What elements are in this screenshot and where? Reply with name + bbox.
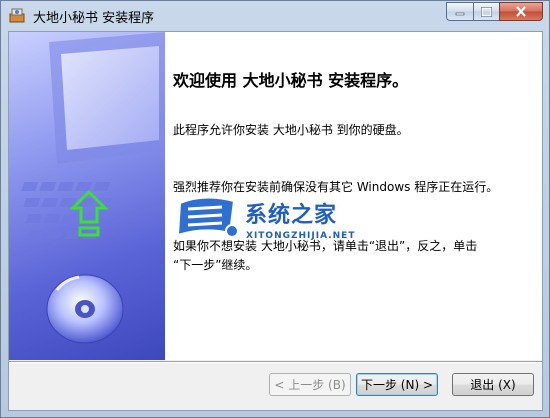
cd-disc-icon xyxy=(46,274,124,344)
instruction-paragraph-line2: “下一步”继续。 xyxy=(173,258,258,272)
intro-paragraph: 此程序允许你安装 大地小秘书 到你的硬盘。 xyxy=(173,123,409,137)
minimize-button[interactable] xyxy=(446,2,473,21)
welcome-panel: 欢迎使用 大地小秘书 安装程序。 此程序允许你安装 大地小秘书 到你的硬盘。 强… xyxy=(9,32,542,360)
button-separator xyxy=(9,361,542,363)
maximize-button[interactable] xyxy=(473,2,499,21)
watermark-subtext: XITONGZHIJIA.NET xyxy=(246,231,356,241)
close-icon xyxy=(516,6,526,17)
welcome-heading: 欢迎使用 大地小秘书 安装程序。 xyxy=(173,71,409,90)
maximize-icon xyxy=(481,6,492,17)
watermark-text: 系统之家 xyxy=(245,203,338,228)
minimize-icon xyxy=(455,12,465,15)
watermark-logo-icon xyxy=(176,196,239,238)
close-button[interactable] xyxy=(499,2,543,21)
window-controls xyxy=(446,2,543,21)
installer-icon xyxy=(9,8,25,23)
title-bar[interactable]: 大地小秘书 安装程序 xyxy=(1,1,549,31)
exit-button[interactable]: 退出 (X) xyxy=(452,373,534,396)
window-title: 大地小秘书 安装程序 xyxy=(33,11,155,26)
installer-window: 大地小秘书 安装程序 欢迎使用 大地小秘书 安装程序。 此程序允许你安装 大地小… xyxy=(0,0,550,418)
back-button[interactable]: < 上一步 (B) xyxy=(269,373,351,396)
wizard-banner-image xyxy=(9,32,165,360)
banner-artwork xyxy=(21,32,165,344)
wizard-body: 欢迎使用 大地小秘书 安装程序。 此程序允许你安装 大地小秘书 到你的硬盘。 强… xyxy=(8,31,543,411)
next-button[interactable]: 下一步 (N) > xyxy=(356,373,438,396)
watermark: 系统之家 XITONGZHIJIA.NET xyxy=(174,193,384,251)
